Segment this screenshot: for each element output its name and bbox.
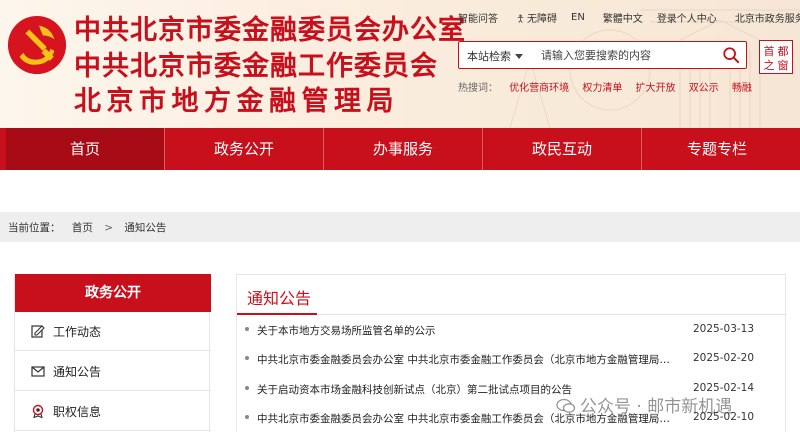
breadcrumb-home[interactable]: 首页 [72, 222, 93, 234]
capital-logo-char: 首 [764, 44, 775, 58]
badge-icon [32, 404, 44, 418]
nav-gov-affairs[interactable]: 政务公开 [165, 128, 323, 170]
link-traditional[interactable]: 繁體中文 [603, 10, 643, 25]
breadcrumb: 当前位置： 首页 > 通知公告 [8, 220, 174, 235]
watermark: 公众号 · 邮市新机遇 [556, 392, 732, 417]
list-item-title[interactable]: 中共北京市委金融委员会办公室 中共北京市委金融工作委员会（北京市地方金融管理局）… [257, 352, 677, 367]
search-box: 本站检索 [458, 41, 747, 69]
sidebar-item-notices[interactable]: 通知公告 [15, 352, 211, 391]
bullet-icon [245, 356, 249, 360]
capital-logo-char: 窗 [778, 58, 789, 72]
capital-logo-char: 都 [778, 45, 789, 58]
breadcrumb-label: 当前位置： [8, 222, 61, 234]
hot-search-label: 热搜词： [458, 83, 498, 94]
sidebar: 政务公开 工作动态 通知公告 职权信息 [14, 274, 211, 432]
nav-home[interactable]: 首页 [6, 128, 164, 170]
hot-item[interactable]: 权力清单 [582, 83, 622, 94]
watermark-text: 公众号 · 邮市新机遇 [580, 397, 733, 417]
list-item-title[interactable]: 关于本市地方交易场所监管名单的公示 [257, 323, 677, 338]
search-input[interactable] [541, 46, 711, 64]
site-header: 中共北京市委金融委员会办公室 中共北京市委金融工作委员会 北京市地方金融管理局 … [0, 0, 800, 128]
breadcrumb-separator: > [104, 222, 113, 234]
edit-icon [31, 325, 45, 338]
link-english[interactable]: EN [571, 12, 585, 23]
search-icon[interactable] [722, 46, 740, 64]
divider [237, 314, 785, 315]
list-item-date: 2025-03-13 [693, 323, 755, 335]
wechat-icon [556, 398, 576, 413]
breadcrumb-current[interactable]: 通知公告 [124, 222, 166, 234]
sidebar-item-label: 工作动态 [53, 325, 102, 339]
capital-logo-char: 之 [764, 58, 775, 72]
site-title-2: 中共北京市委金融工作委员会 [74, 51, 438, 82]
nav-topics[interactable]: 专题专栏 [642, 128, 792, 170]
hot-item[interactable]: 优化营商环境 [509, 83, 569, 94]
link-accessibility-label: 无障碍 [527, 14, 557, 25]
main-nav: 首页 政务公开 办事服务 政民互动 专题专栏 [0, 128, 800, 170]
capital-window-logo[interactable]: 首 都 之 窗 [759, 40, 793, 74]
bullet-icon [245, 386, 249, 390]
sidebar-item-authority-info[interactable]: 职权信息 [15, 392, 211, 431]
party-emblem-icon [7, 15, 67, 75]
list-item-date: 2025-02-20 [693, 352, 755, 364]
hot-item[interactable]: 双公示 [689, 83, 719, 94]
link-gov-service[interactable]: 北京市政务服务网 [735, 10, 800, 25]
site-title-3: 北京市地方金融管理局 [74, 86, 399, 117]
list-item[interactable]: 中共北京市委金融委员会办公室 中共北京市委金融工作委员会（北京市地方金融管理局）… [245, 350, 777, 370]
sidebar-item-label: 通知公告 [53, 365, 102, 379]
site-title-1: 中共北京市委金融委员会办公室 [74, 15, 466, 46]
link-accessibility[interactable]: 无障碍 [516, 10, 557, 25]
panel-title: 通知公告 [247, 289, 312, 308]
title-underline [237, 313, 317, 315]
chevron-down-icon [515, 54, 523, 59]
nav-interaction[interactable]: 政民互动 [483, 128, 641, 170]
subnav-bar [0, 170, 800, 202]
accessibility-icon [517, 14, 524, 23]
mail-icon [31, 366, 45, 377]
bullet-icon [245, 415, 249, 419]
sidebar-item-label: 职权信息 [53, 405, 102, 419]
link-smart-qa[interactable]: 智能问答 [458, 10, 498, 25]
list-item[interactable]: 关于本市地方交易场所监管名单的公示 2025-03-13 [245, 321, 777, 341]
bullet-icon [245, 327, 249, 331]
hot-search: 热搜词： 优化营商环境 权力清单 扩大开放 双公示 畅融 [458, 79, 762, 94]
nav-services[interactable]: 办事服务 [324, 128, 482, 170]
link-login[interactable]: 登录个人中心 [657, 10, 717, 25]
top-links: 智能问答 无障碍 EN 繁體中文 登录个人中心 北京市政务服务网 [458, 10, 800, 25]
search-scope-label: 本站检索 [467, 50, 511, 63]
search-scope-select[interactable]: 本站检索 [467, 48, 523, 64]
sidebar-item-work-news[interactable]: 工作动态 [15, 312, 211, 351]
sidebar-title: 政务公开 [15, 274, 211, 312]
hot-item[interactable]: 畅融 [732, 83, 752, 94]
breadcrumb-bar: 当前位置： 首页 > 通知公告 [0, 212, 800, 242]
hot-item[interactable]: 扩大开放 [636, 83, 676, 94]
